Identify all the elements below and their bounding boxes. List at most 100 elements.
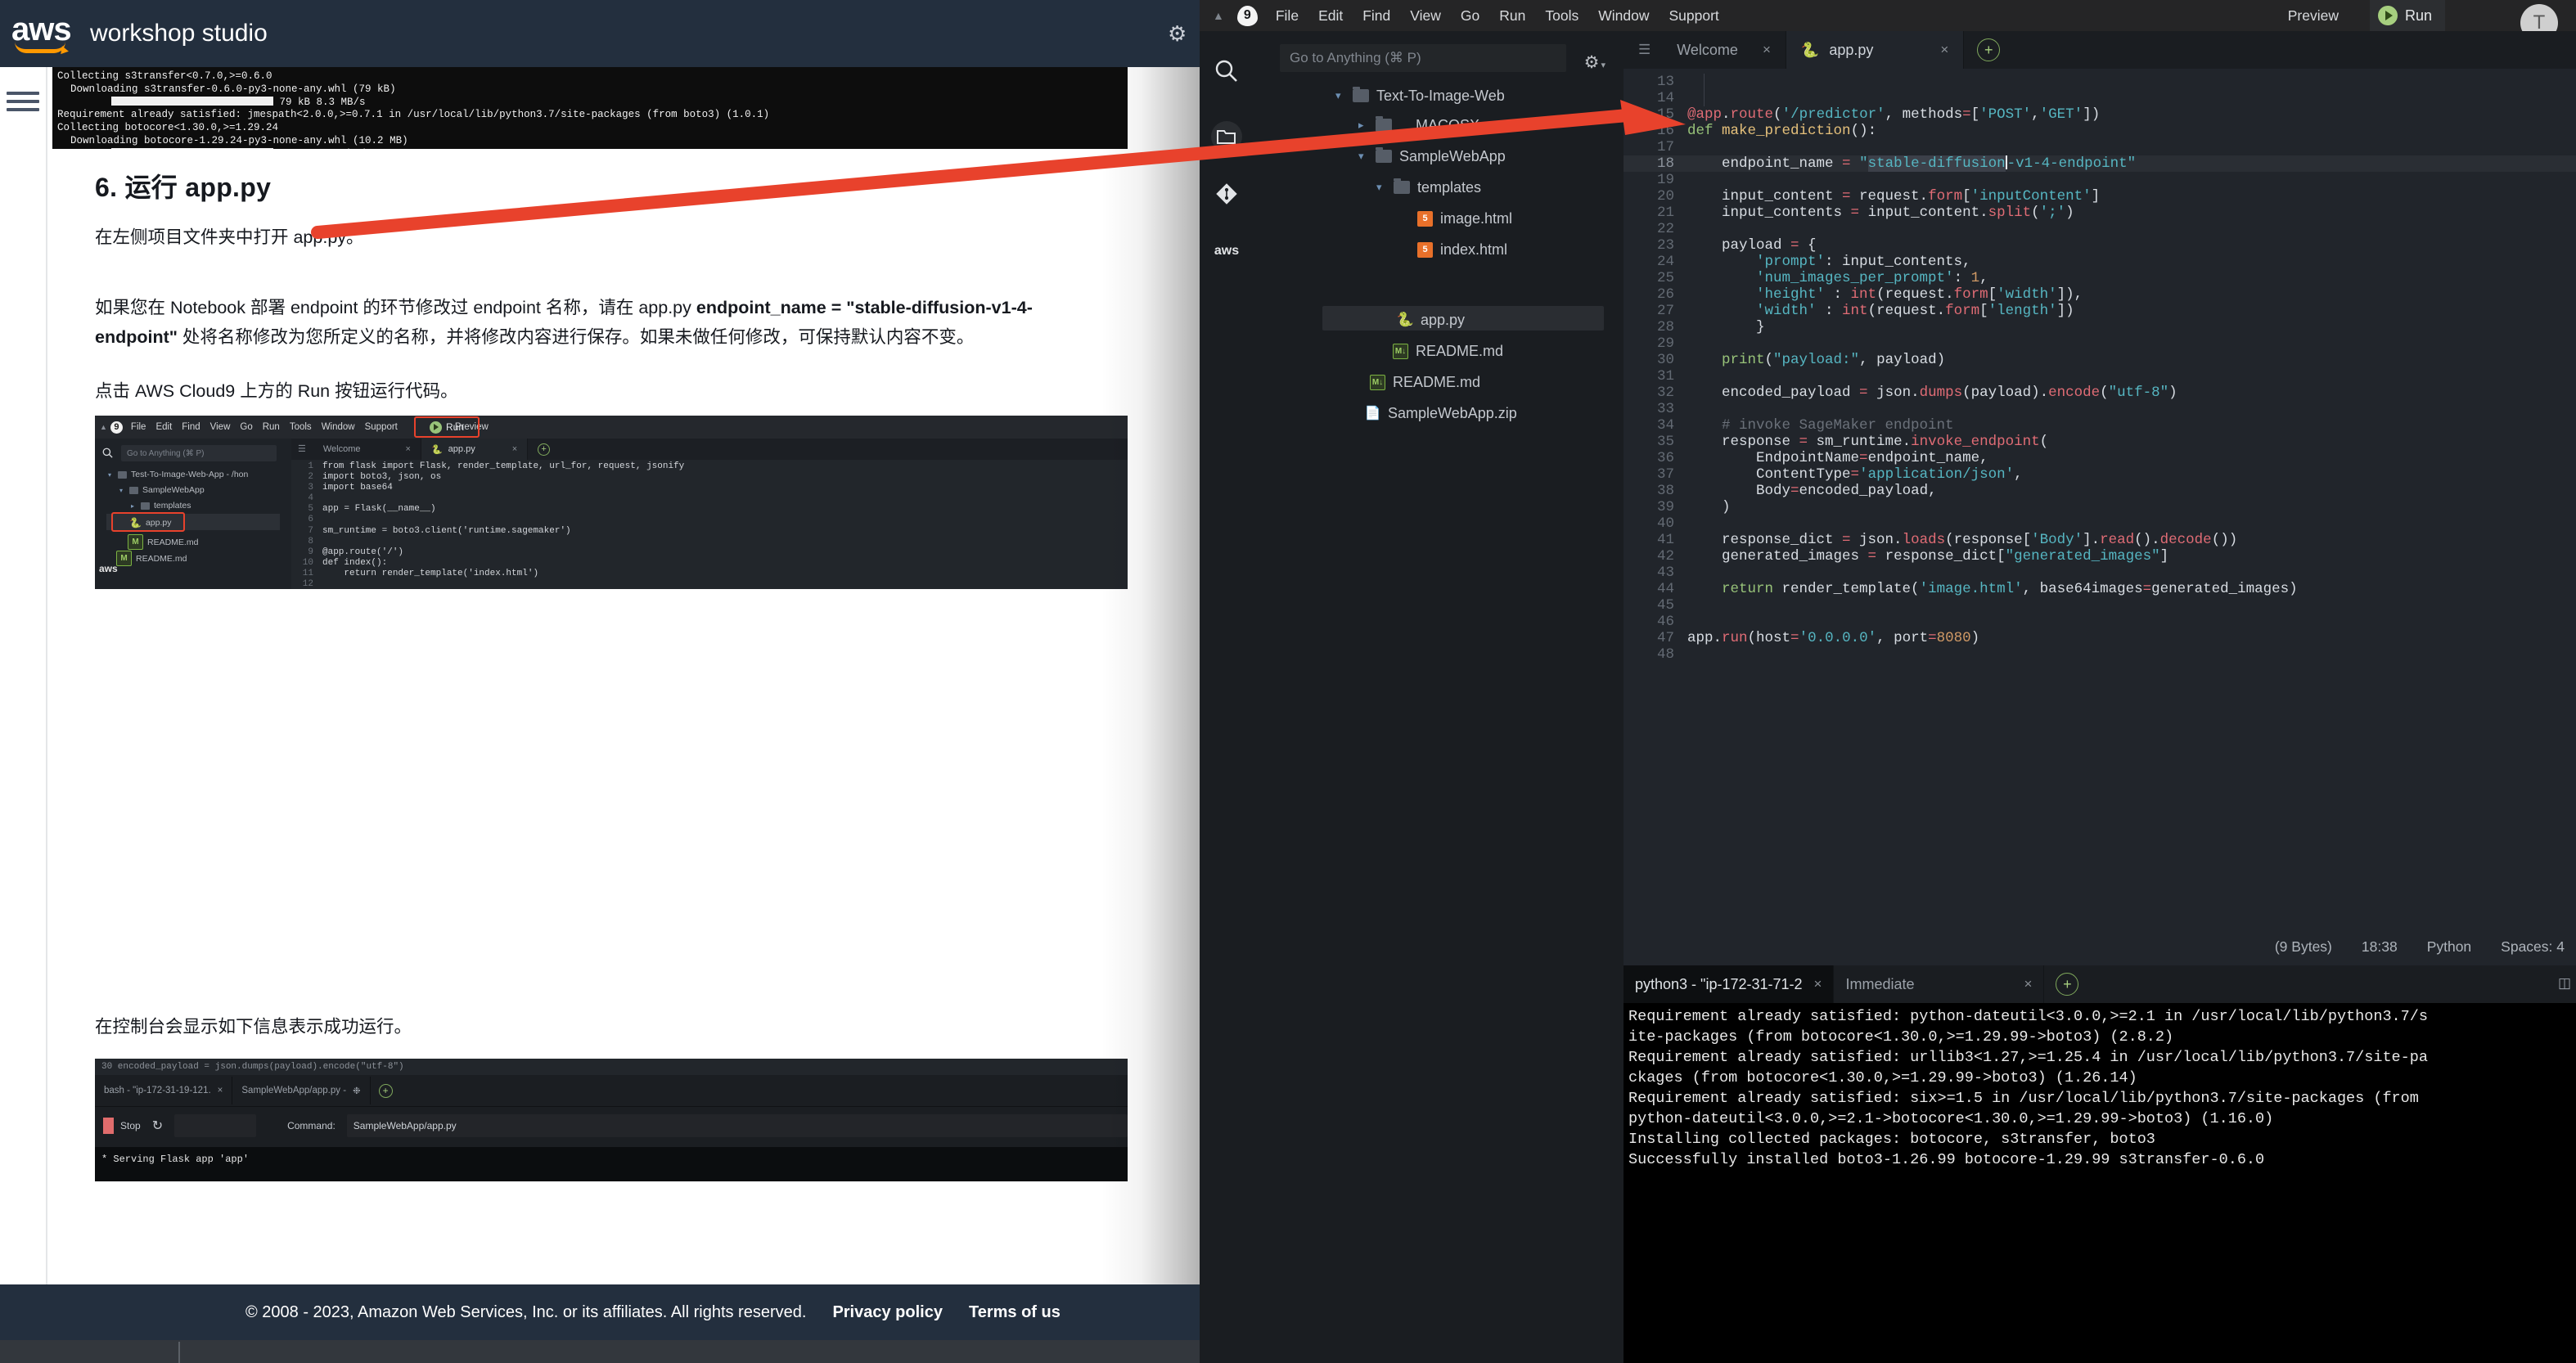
code-lines-container[interactable]: 13 14 15 @app.route('/predictor', methods… — [1624, 69, 2576, 928]
collapse-icon[interactable]: ▲ — [1213, 9, 1224, 22]
sidebar-item-text-to-image-web[interactable]: ▾ Text-To-Image-Web — [1335, 83, 1505, 108]
embedded-tree-label: SampleWebApp — [142, 485, 205, 495]
menu-support[interactable]: Support — [1669, 7, 1718, 25]
embedded-tab-apppy[interactable]: 🐍 app.py × — [421, 439, 529, 460]
aws-icon[interactable]: aws — [1211, 236, 1242, 267]
code-line: 40 — [1624, 515, 2576, 532]
embedded-search-input[interactable]: Go to Anything (⌘ P) — [121, 445, 277, 461]
embedded-menu-go: Go — [240, 422, 253, 432]
preview-button[interactable]: Preview — [2288, 7, 2339, 25]
tab-label: app.py — [1829, 41, 1874, 58]
close-icon[interactable]: × — [1814, 976, 1822, 992]
footer-privacy-link[interactable]: Privacy policy — [832, 1303, 943, 1322]
status-time[interactable]: 18:38 — [2362, 938, 2398, 956]
go-to-anything-input[interactable]: Go to Anything (⌘ P) — [1280, 44, 1566, 72]
embedded-menu-tools: Tools — [289, 422, 312, 432]
code-line: 37 ContentType='application/json', — [1624, 466, 2576, 483]
aws-smile-icon — [15, 42, 65, 53]
menu-file[interactable]: File — [1276, 7, 1299, 25]
new-tab-icon[interactable]: + — [1977, 38, 2001, 61]
sidebar-item-app-py[interactable]: 🐍 app.py — [1397, 308, 1465, 332]
html-file-icon: 5 — [1417, 210, 1433, 227]
footer-terms-link[interactable]: Terms of us — [969, 1303, 1061, 1322]
spinner-icon: ❉ — [353, 1086, 361, 1096]
menu-find[interactable]: Find — [1362, 7, 1390, 25]
embedded-line-number: 4 — [308, 493, 313, 504]
console-tab-python3[interactable]: python3 - "ip-172-31-71-2 × — [1624, 965, 1835, 1003]
sidebar-item-readme-inner[interactable]: M↓ README.md — [1393, 339, 1503, 363]
embedded-tab-welcome[interactable]: Welcome × — [313, 439, 421, 460]
terminal-line: Downloading botocore-1.29.24-py3-none-an… — [70, 134, 408, 146]
close-icon[interactable]: × — [2024, 976, 2033, 992]
close-icon[interactable]: × — [406, 444, 411, 454]
run-button[interactable]: Run — [2369, 0, 2445, 31]
console-line: ite-packages (from botocore<1.30.0,>=1.2… — [1628, 1028, 2174, 1046]
git-icon[interactable] — [1211, 178, 1242, 209]
sidebar-item-readme-root[interactable]: M↓ README.md — [1370, 370, 1480, 394]
console-tab-immediate[interactable]: Immediate × — [1834, 965, 2045, 1003]
restart-icon[interactable]: ↻ — [152, 1118, 163, 1134]
line-number: 24 — [1656, 254, 1674, 270]
embedded-menu-window: Window — [321, 422, 355, 432]
menu-edit[interactable]: Edit — [1318, 7, 1343, 25]
close-icon[interactable]: × — [218, 1086, 223, 1095]
new-console-tab-icon[interactable]: + — [378, 1083, 393, 1098]
embedded-runner-select[interactable] — [174, 1113, 257, 1137]
sidebar-toggle-button[interactable] — [0, 85, 46, 118]
status-language[interactable]: Python — [2427, 938, 2471, 956]
code-line: 20 input_content = request.form['inputCo… — [1624, 188, 2576, 205]
line-number: 29 — [1656, 335, 1674, 352]
new-console-tab-icon[interactable]: + — [2056, 973, 2079, 996]
tab-app-py[interactable]: 🐍 app.py × — [1786, 31, 1965, 69]
line-number: 35 — [1656, 434, 1674, 450]
new-tab-icon[interactable]: + — [538, 443, 551, 456]
doc-paragraph-3: 点击 AWS Cloud9 上方的 Run 按钮运行代码。 — [95, 381, 458, 401]
progress-bar — [110, 147, 273, 149]
line-number: 36 — [1656, 450, 1674, 466]
embedded-menu-edit: Edit — [155, 422, 173, 432]
cloud9-logo-icon[interactable]: 9 — [1236, 5, 1258, 26]
tab-welcome[interactable]: Welcome × — [1662, 31, 1786, 69]
embedded-console-tab-bash[interactable]: bash - "ip-172-31-19-121. × — [95, 1077, 233, 1104]
embedded-command-label: Command: — [287, 1119, 336, 1131]
sidebar-item-macosx[interactable]: ▸ __MACOSX — [1358, 113, 1479, 137]
menu-tools[interactable]: Tools — [1545, 7, 1578, 25]
stop-icon[interactable] — [103, 1117, 114, 1134]
search-icon — [102, 448, 113, 458]
close-icon[interactable]: × — [512, 444, 517, 454]
gear-icon[interactable]: ⚙ ▾ — [1584, 52, 1605, 73]
lines-icon[interactable]: ☰ — [1638, 43, 1651, 56]
doc-paragraph-2: 如果您在 Notebook 部署 endpoint 的环节修改过 endpoin… — [95, 293, 1093, 352]
markdown-file-icon: M — [128, 534, 143, 550]
sidebar-item-image-html[interactable]: 5 image.html — [1417, 206, 1512, 231]
menu-view[interactable]: View — [1410, 7, 1441, 25]
zip-file-icon: 📄 — [1364, 407, 1381, 421]
sidebar-item-samplewebapp-zip[interactable]: 📄 SampleWebApp.zip — [1365, 401, 1517, 425]
code-line: 38 Body=encoded_payload, — [1624, 483, 2576, 499]
sidebar-item-samplewebapp[interactable]: ▾ SampleWebApp — [1358, 144, 1506, 169]
code-line: 34 # invoke SageMaker endpoint — [1624, 417, 2576, 434]
gear-icon[interactable]: ⚙ — [1168, 23, 1189, 44]
embedded-run-label: Run — [445, 421, 464, 433]
markdown-file-icon: M↓ — [1393, 343, 1408, 359]
sidebar-item-index-html[interactable]: 5 index.html — [1417, 237, 1507, 262]
close-icon[interactable]: × — [1763, 42, 1771, 58]
maximize-console-icon[interactable]: ◫ — [2558, 975, 2571, 992]
embedded-stop-label: Stop — [120, 1119, 141, 1131]
code-line: 29 — [1624, 335, 2576, 352]
embedded-command-input[interactable]: SampleWebApp/app.py — [346, 1113, 1128, 1137]
embedded-console-tab-apppy[interactable]: SampleWebApp/app.py - ❉ — [232, 1077, 371, 1104]
code-text — [1704, 74, 1705, 90]
sidebar-item-templates[interactable]: ▾ templates — [1376, 175, 1481, 200]
line-number: 23 — [1656, 237, 1674, 254]
search-icon[interactable] — [1211, 56, 1242, 87]
file-explorer-icon[interactable] — [1211, 121, 1242, 152]
close-icon[interactable]: × — [1940, 42, 1948, 58]
menu-go[interactable]: Go — [1461, 7, 1479, 25]
menu-window[interactable]: Window — [1598, 7, 1649, 25]
status-spaces[interactable]: Spaces: 4 — [2501, 938, 2565, 956]
terminal-line: Downloading s3transfer-0.6.0-py3-none-an… — [70, 83, 396, 95]
embedded-tree-item-templates: ▸ templates — [131, 501, 191, 511]
python-file-icon: 🐍 — [430, 444, 443, 455]
menu-run[interactable]: Run — [1499, 7, 1525, 25]
